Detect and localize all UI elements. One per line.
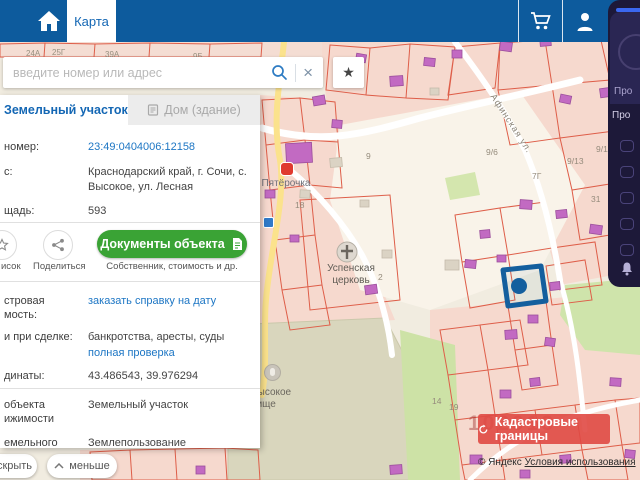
- full-check-link[interactable]: полная проверка: [88, 346, 256, 361]
- selected-parcel[interactable]: [500, 263, 549, 309]
- cadastral-borders-label: Кадастровые границы: [494, 415, 578, 443]
- hide-button[interactable]: скрыть: [0, 454, 37, 478]
- parcel-number: 19: [449, 402, 459, 412]
- divider: [0, 388, 260, 389]
- object-type-value: Земельный участок: [88, 399, 189, 411]
- tab-land-label: Земельный участок: [4, 103, 128, 117]
- refresh-icon: [479, 424, 488, 433]
- area-label: щадь:: [4, 205, 35, 217]
- deal-risks-label: и при сделке:: [4, 331, 73, 343]
- tab-house-building[interactable]: Дом (здание): [128, 95, 260, 125]
- home-button[interactable]: [30, 0, 68, 42]
- copyright-text: © Яндекс: [478, 457, 522, 468]
- map-house-number: 25Г: [52, 48, 66, 57]
- map-attribution: © Яндекс Условия использования: [478, 457, 636, 468]
- less-label: меньше: [69, 460, 110, 472]
- object-documents-label: Документы объекта: [100, 237, 225, 251]
- order-certificate-link[interactable]: заказать справку на дату: [88, 294, 256, 309]
- parcel-number: 31: [591, 194, 601, 204]
- parcel-number: 7Г: [532, 171, 542, 181]
- app-window: 24А 25Г 39А 9Б 9 18 2 9/6 7Г 9/13 9/1 31…: [0, 0, 640, 480]
- parcel-info-panel: Земельный участок Дом (здание) номер: 23…: [0, 95, 260, 448]
- cadastral-number-link[interactable]: 23:49:0404006:12158: [88, 140, 256, 155]
- checkbox-item[interactable]: [620, 192, 634, 204]
- top-navigation-bar: Карта: [0, 0, 640, 42]
- address-label: с:: [4, 166, 13, 178]
- star-outline-icon: [0, 238, 9, 251]
- panel-top-section: Про: [610, 12, 640, 104]
- less-button[interactable]: меньше: [47, 454, 117, 478]
- cemetery-icon: [264, 364, 281, 381]
- divider: [0, 222, 260, 223]
- search-bar: ×: [3, 57, 323, 88]
- cadastral-number-label: номер:: [4, 141, 40, 153]
- parcel-marker: [511, 278, 527, 294]
- search-input[interactable]: [3, 65, 272, 80]
- object-type-label: объекта ижимости: [4, 399, 55, 425]
- bell-icon[interactable]: [621, 262, 633, 276]
- document-icon: [232, 238, 242, 250]
- cart-button[interactable]: [519, 0, 563, 42]
- share-caption: Поделиться: [33, 261, 86, 272]
- terms-link[interactable]: Условия использования: [525, 457, 636, 468]
- pyaterochka-logo-icon: [280, 162, 294, 176]
- parcel-number: 9: [366, 151, 371, 161]
- tab-map-label: Карта: [74, 13, 109, 29]
- parcel-number: 9/1: [596, 144, 608, 154]
- tab-map[interactable]: Карта: [67, 0, 116, 42]
- object-documents-button[interactable]: Документы объекта: [97, 230, 247, 258]
- search-icon[interactable]: [271, 64, 288, 81]
- checkbox-item[interactable]: [620, 218, 634, 230]
- checkbox-item[interactable]: [620, 140, 634, 152]
- hide-label: скрыть: [0, 460, 33, 472]
- panel-body: номер: 23:49:0404006:12158 с: Краснодарс…: [0, 125, 260, 448]
- chevron-up-icon: [54, 463, 64, 469]
- parcel-number: 9/6: [486, 147, 498, 157]
- land-use-value: Землепользование: [88, 437, 187, 448]
- parcel-number: 18: [295, 200, 305, 210]
- home-icon: [38, 11, 60, 31]
- coordinates-label: динаты:: [4, 370, 45, 382]
- checkbox-item[interactable]: [620, 244, 634, 256]
- poi-label-church: Успенская церковь: [327, 263, 375, 286]
- cart-icon: [531, 12, 551, 30]
- star-icon: ★: [342, 64, 355, 80]
- address-value: Краснодарский край, г. Сочи, с. Высокое,…: [88, 166, 247, 193]
- documents-caption: Собственник, стоимость и др.: [106, 261, 238, 272]
- divider: [0, 281, 260, 282]
- share-button[interactable]: [43, 230, 73, 260]
- panel-top-label: Про: [614, 86, 633, 97]
- share-icon: [52, 238, 64, 252]
- person-icon: [577, 12, 593, 31]
- church-icon: [336, 241, 358, 263]
- coordinates-value: 43.486543, 39.976294: [88, 370, 199, 382]
- deal-risks-value: банкротства, аресты, суды: [88, 331, 225, 343]
- search-divider: [295, 63, 297, 82]
- bus-stop-icon: [263, 217, 274, 228]
- clear-search-icon[interactable]: ×: [303, 64, 323, 81]
- area-value: 593: [88, 205, 107, 217]
- extension-side-panel: Про Про: [608, 0, 640, 287]
- logo-circle-icon: [618, 34, 640, 70]
- add-to-list-caption: исок: [1, 261, 21, 272]
- tab-land-parcel[interactable]: Земельный участок: [0, 95, 128, 125]
- panel-tabs: Земельный участок Дом (здание): [0, 95, 260, 125]
- checkbox-item[interactable]: [620, 166, 634, 178]
- account-button[interactable]: [563, 0, 607, 42]
- panel-list-label: Про: [612, 110, 631, 121]
- cadastral-borders-button[interactable]: Кадастровые границы: [478, 414, 610, 444]
- parcel-number: 9/13: [567, 156, 584, 166]
- tab-house-label: Дом (здание): [164, 103, 241, 117]
- cadastral-cost-label: стровая мость:: [4, 295, 45, 321]
- land-use-label: емельного: [4, 437, 58, 448]
- favorites-button[interactable]: ★: [333, 57, 364, 88]
- poi-label-pyaterochka: Пятёрочка: [261, 178, 311, 189]
- building-doc-icon: [148, 104, 159, 116]
- add-to-list-button[interactable]: [0, 230, 17, 260]
- parcel-number: 14: [432, 396, 442, 406]
